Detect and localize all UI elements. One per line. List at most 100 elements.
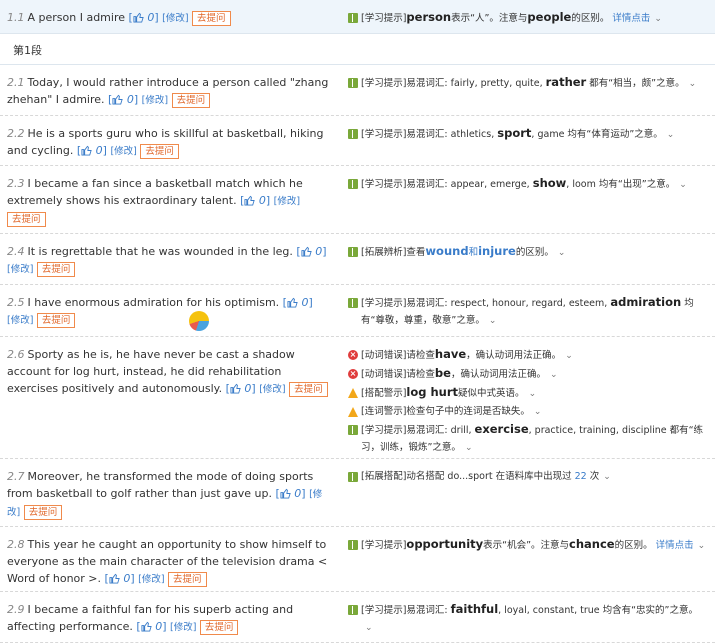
feedback-text: 次 [586, 471, 600, 482]
keyword[interactable]: injure [478, 244, 516, 258]
sentence-text-cell: 2.1 Today, I would rather introduce a per… [7, 74, 329, 109]
ask-question-button[interactable]: 去提问 [168, 572, 207, 587]
chevron-down-icon[interactable]: ⌄ [679, 180, 687, 190]
keyword: rather [545, 75, 587, 89]
chevron-down-icon[interactable]: ⌄ [550, 370, 558, 380]
sentence-row: 2.2 He is a sports guru who is skillful a… [0, 116, 715, 166]
chevron-down-icon[interactable]: ⌄ [558, 248, 566, 258]
sentence-text-cell: 2.8 This year he caught an opportunity to… [7, 536, 329, 588]
chevron-down-icon[interactable]: ⌄ [603, 472, 611, 482]
like-button[interactable]: [ 0] [226, 382, 256, 395]
book-icon [348, 129, 358, 139]
like-bracket-close: ] [130, 572, 135, 585]
chevron-down-icon[interactable]: ⌄ [465, 443, 473, 453]
like-bracket-close: ] [102, 144, 107, 157]
sentence-number: 2.6 [7, 348, 25, 361]
keyword[interactable]: wound [425, 244, 468, 258]
like-button[interactable]: [ 0] [296, 245, 326, 258]
keyword: admiration [610, 295, 682, 309]
chevron-down-icon[interactable]: ⌄ [565, 351, 573, 361]
chevron-down-icon[interactable]: ⌄ [529, 389, 537, 399]
ask-question-button[interactable]: 去提问 [23, 505, 63, 520]
like-button[interactable]: [ 0] [240, 194, 270, 207]
feedback-item: [学习提示]person表示“人”。注意与people的区别。 详情点击 ⌄ [348, 9, 708, 28]
like-button[interactable]: [ 0] [108, 93, 138, 106]
ask-question-button[interactable]: 去提问 [140, 144, 179, 159]
feedback-text: [学习提示]易混词汇: appear, emerge, [361, 179, 533, 190]
feedback-text: 的区别。 [614, 540, 653, 551]
feedback-text: [学习提示]易混词汇: [361, 605, 451, 616]
sentence-row: 1.1 A person I admire [ 0] [修改] 去提问 [学习提示]… [0, 0, 715, 34]
edit-link[interactable]: [修改] [274, 196, 300, 207]
feedback-item: [学习提示]易混词汇: appear, emerge, show, loom 均… [348, 175, 708, 194]
chevron-down-icon[interactable]: ⌄ [489, 316, 497, 326]
feedback-cell: [学习提示]person表示“人”。注意与people的区别。 详情点击 ⌄ [348, 9, 708, 28]
keyword: person [406, 10, 452, 24]
keyword: have [434, 347, 467, 361]
edit-link[interactable]: [修改] [170, 622, 196, 633]
chevron-down-icon[interactable]: ⌄ [534, 407, 542, 417]
like-count: 0 [258, 194, 266, 207]
feedback-text: 的区别。 [515, 247, 554, 258]
feedback-text: [搭配警示] [361, 388, 407, 399]
detail-link[interactable]: 22 [575, 471, 587, 482]
ask-question-button[interactable]: 去提问 [36, 262, 76, 277]
paragraph-title: 第1段 [13, 44, 42, 57]
error-icon: × [348, 350, 358, 360]
sentence-number: 1.1 [7, 11, 25, 24]
ask-question-button[interactable]: 去提问 [171, 93, 211, 108]
chevron-down-icon[interactable]: ⌄ [365, 623, 373, 633]
edit-link[interactable]: [修改] [7, 264, 33, 275]
detail-link[interactable]: 详情点击 [609, 13, 650, 24]
feedback-item: [学习提示]易混词汇: fairly, pretty, quite, rathe… [348, 74, 708, 93]
ask-question-button[interactable]: 去提问 [7, 212, 46, 227]
edit-link[interactable]: [修改] [142, 95, 168, 106]
feedback-item: [学习提示]opportunity表示“机会”。注意与chance的区别。 详情… [348, 536, 708, 555]
feedback-text: [学习提示]易混词汇: fairly, pretty, quite, [361, 78, 546, 89]
edit-link[interactable]: [修改] [7, 315, 33, 326]
thumbs-up-icon [81, 144, 92, 157]
sentence-text: Moreover, he transformed the mode of doi… [7, 470, 314, 500]
chevron-down-icon[interactable]: ⌄ [654, 14, 662, 24]
book-icon [348, 13, 358, 23]
like-button[interactable]: [ 0] [283, 296, 313, 309]
like-bracket-close: ] [308, 296, 313, 309]
sentence-row: 2.5 I have enormous admiration for his op… [0, 285, 715, 337]
sentence-row: 2.3 I became a fan since a basketball mat… [0, 166, 715, 234]
feedback-text: [拓展辨析]查看 [361, 247, 426, 258]
keyword: log hurt [406, 385, 459, 399]
book-icon [348, 425, 358, 435]
ask-question-button[interactable]: 去提问 [192, 11, 231, 26]
keyword: faithful [450, 602, 499, 616]
feedback-text: 都有“相当，颇”之意。 [586, 78, 685, 89]
floating-assistant-icon[interactable] [189, 311, 209, 331]
thumbs-up-icon [301, 245, 312, 258]
edit-link[interactable]: [修改] [259, 384, 285, 395]
detail-link[interactable]: 详情点击 [653, 540, 694, 551]
feedback-text: [学习提示] [361, 13, 407, 24]
like-button[interactable]: [ 0] [136, 620, 166, 633]
chevron-down-icon[interactable]: ⌄ [698, 541, 706, 551]
feedback-text: , loyal, constant, true 均含有“忠实的”之意。 [498, 605, 698, 616]
like-button[interactable]: [ 0] [129, 11, 159, 24]
like-bracket-close: ] [154, 11, 159, 24]
edit-link[interactable]: [修改] [110, 146, 136, 157]
chevron-down-icon[interactable]: ⌄ [689, 79, 697, 89]
chevron-down-icon[interactable]: ⌄ [667, 130, 675, 140]
feedback-item: × [动词错误]请检查be，确认动词用法正确。 ⌄ [348, 365, 708, 384]
feedback-text: [动词错误]请检查 [361, 369, 435, 380]
book-icon [348, 179, 358, 189]
feedback-text: 表示“机会”。注意与 [483, 540, 570, 551]
feedback-text: , game 均有“体育运动”之意。 [531, 129, 663, 140]
ask-question-button[interactable]: 去提问 [289, 382, 328, 397]
ask-question-button[interactable]: 去提问 [199, 620, 239, 635]
like-button[interactable]: [ 0] [275, 487, 305, 500]
ask-question-button[interactable]: 去提问 [36, 313, 76, 328]
feedback-item: [搭配警示]log hurt疑似中式英语。 ⌄ [348, 384, 708, 403]
edit-link[interactable]: [修改] [162, 13, 188, 24]
sentence-text: A person I admire [27, 11, 126, 24]
like-button[interactable]: [ 0] [105, 572, 135, 585]
edit-link[interactable]: [修改] [138, 574, 164, 585]
like-button[interactable]: [ 0] [77, 144, 107, 157]
sentence-text-cell: 2.7 Moreover, he transformed the mode of … [7, 468, 329, 521]
